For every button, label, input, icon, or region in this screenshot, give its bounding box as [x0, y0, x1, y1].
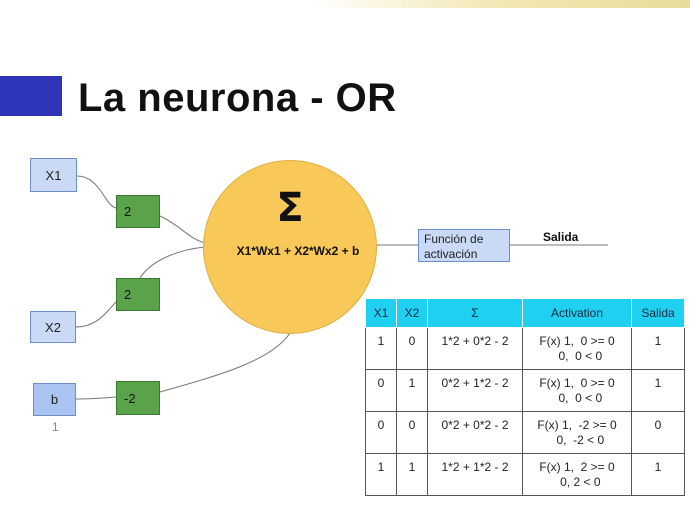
header-activation: Activation [522, 298, 632, 328]
header-sum: Σ [427, 298, 523, 328]
cell-activation: F(x) 1, 0 >= 0 0, 0 < 0 [522, 327, 632, 370]
weight-wx2-node: 2 [116, 278, 160, 311]
output-label: Salida [543, 230, 579, 244]
table-header-row: X1 X2 Σ Activation Salida [365, 298, 685, 328]
activation-function-node: Función de activación [418, 229, 510, 262]
cell-x2: 1 [396, 369, 428, 412]
cell-salida: 1 [631, 453, 685, 496]
cell-x1: 0 [365, 411, 397, 454]
wire-x2-to-w2 [75, 301, 117, 328]
bias-value-label: 1 [52, 420, 59, 434]
cell-sum: 1*2 + 1*2 - 2 [427, 453, 523, 496]
cell-salida: 1 [631, 327, 685, 370]
table-row: 1 1 1*2 + 1*2 - 2 F(x) 1, 2 >= 0 0, 2 < … [365, 453, 685, 496]
wire-w1-to-neuron [159, 215, 207, 244]
cell-activation: F(x) 1, 0 >= 0 0, 0 < 0 [522, 369, 632, 412]
cell-sum: 0*2 + 0*2 - 2 [427, 411, 523, 454]
table-row: 1 0 1*2 + 0*2 - 2 F(x) 1, 0 >= 0 0, 0 < … [365, 327, 685, 370]
truth-table: X1 X2 Σ Activation Salida 1 0 1*2 + 0*2 … [365, 298, 685, 496]
bias-input-node: b [33, 383, 76, 416]
cell-salida: 1 [631, 369, 685, 412]
cell-x2: 0 [396, 327, 428, 370]
cell-x1: 1 [365, 453, 397, 496]
wire-w3-to-neuron [159, 329, 293, 393]
input-x2-node: X2 [30, 311, 76, 343]
cell-x1: 0 [365, 369, 397, 412]
wire-x1-to-w1 [76, 175, 117, 209]
cell-activation: F(x) 1, -2 >= 0 0, -2 < 0 [522, 411, 632, 454]
neuron-formula: X1*Wx1 + X2*Wx2 + b [236, 244, 360, 258]
bias-weight-node: -2 [116, 381, 160, 415]
header-x1: X1 [365, 298, 397, 328]
wire-w2-to-neuron [139, 246, 206, 279]
table-row: 0 0 0*2 + 0*2 - 2 F(x) 1, -2 >= 0 0, -2 … [365, 411, 685, 454]
header-salida: Salida [631, 298, 685, 328]
header-x2: X2 [396, 298, 428, 328]
cell-sum: 1*2 + 0*2 - 2 [427, 327, 523, 370]
wire-b-to-w3 [75, 396, 117, 400]
activation-line-2: activación [424, 247, 478, 261]
cell-salida: 0 [631, 411, 685, 454]
cell-x1: 1 [365, 327, 397, 370]
weight-wx1-node: 2 [116, 195, 160, 228]
table-row: 0 1 0*2 + 1*2 - 2 F(x) 1, 0 >= 0 0, 0 < … [365, 369, 685, 412]
input-x1-node: X1 [30, 158, 77, 192]
activation-line-1: Función de [424, 232, 484, 246]
cell-x2: 1 [396, 453, 428, 496]
cell-activation: F(x) 1, 2 >= 0 0, 2 < 0 [522, 453, 632, 496]
summation-symbol: Σ [276, 185, 304, 231]
cell-x2: 0 [396, 411, 428, 454]
cell-sum: 0*2 + 1*2 - 2 [427, 369, 523, 412]
